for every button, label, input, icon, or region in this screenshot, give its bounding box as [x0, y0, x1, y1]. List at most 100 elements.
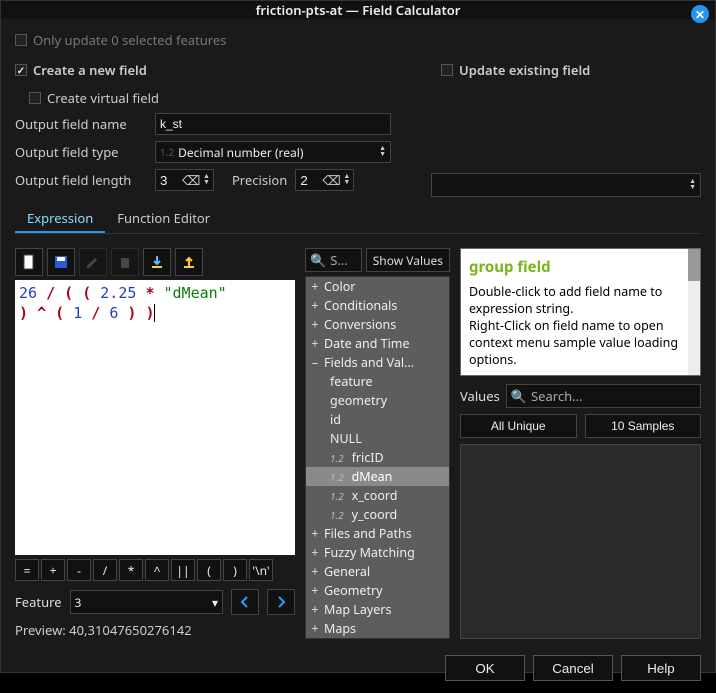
feature-value: 3	[75, 594, 82, 611]
tree-group[interactable]: +Date and Time	[306, 334, 449, 353]
update-existing-field-label: Update existing field	[459, 61, 590, 79]
checkbox-box	[441, 64, 453, 76]
output-length-input[interactable]	[156, 173, 182, 188]
field-calculator-window: friction-pts-at — Field Calculator ✕ Onl…	[0, 0, 716, 673]
tree-item[interactable]: feature	[306, 372, 449, 391]
op-button[interactable]: -	[67, 559, 91, 581]
help-box: group field Double-click to add field na…	[460, 248, 701, 376]
tree-field[interactable]: 1.2x_coord	[306, 486, 449, 505]
export-icon[interactable]	[175, 248, 203, 276]
function-tree-panel: 🔍 S… Show Values +Color+Conditionals+Con…	[305, 248, 450, 639]
tree-item[interactable]: geometry	[306, 391, 449, 410]
values-search-input[interactable]: 🔍 Search…	[506, 384, 701, 408]
function-tree[interactable]: +Color+Conditionals+Conversions+Date and…	[305, 276, 450, 639]
checkbox-box	[15, 64, 27, 76]
tree-group[interactable]: +Geometry	[306, 581, 449, 600]
search-placeholder: S…	[330, 251, 347, 269]
tree-group[interactable]: –Fields and Val…	[306, 353, 449, 372]
tree-item[interactable]: id	[306, 410, 449, 429]
op-button[interactable]: )	[223, 559, 247, 581]
chevron-updown-icon: ▲▼	[689, 179, 696, 191]
help-body1: Double-click to add field name to expres…	[469, 283, 692, 317]
output-type-combo[interactable]: 1.2 Decimal number (real) ▲▼	[155, 141, 391, 163]
new-file-icon[interactable]	[15, 248, 43, 276]
chevron-updown-icon[interactable]: ▲▼	[340, 174, 353, 186]
tree-group[interactable]: +Files and Paths	[306, 524, 449, 543]
clear-icon[interactable]: ⌫	[182, 171, 200, 189]
op-button[interactable]: =	[15, 559, 39, 581]
create-virtual-label: Create virtual field	[47, 89, 159, 107]
precision-label: Precision	[232, 171, 287, 189]
expression-panel: 26 / ( ( 2.25 * "dMean" ) ^ ( 1 / 6 ) ) …	[15, 248, 295, 639]
op-button[interactable]: (	[197, 559, 221, 581]
tree-group[interactable]: +Conditionals	[306, 296, 449, 315]
op-button[interactable]: '\n'	[249, 559, 273, 581]
precision-spin[interactable]: ⌫ ▲▼	[295, 169, 354, 191]
create-new-field-label: Create a new field	[33, 61, 147, 79]
tab-expression[interactable]: Expression	[15, 205, 105, 233]
tree-group[interactable]: +General	[306, 562, 449, 581]
tree-group[interactable]: +Conversions	[306, 315, 449, 334]
existing-field-combo[interactable]: ▲▼	[431, 173, 701, 197]
help-title: group field	[469, 257, 692, 277]
feature-combo[interactable]: 3 ▾	[70, 590, 223, 614]
clear-icon[interactable]: ⌫	[322, 171, 340, 189]
ok-button[interactable]: OK	[445, 655, 525, 681]
editor-tabs: Expression Function Editor	[15, 205, 701, 234]
prev-feature-button[interactable]	[231, 589, 259, 615]
window-title: friction-pts-at — Field Calculator	[256, 1, 461, 19]
tree-group[interactable]: +Maps	[306, 619, 449, 638]
tree-group[interactable]: +Map Layers	[306, 600, 449, 619]
tree-field[interactable]: 1.2y_coord	[306, 505, 449, 524]
help-scrollbar[interactable]	[688, 249, 700, 375]
output-length-label: Output field length	[15, 171, 147, 189]
close-icon[interactable]: ✕	[691, 5, 709, 23]
op-button[interactable]: +	[41, 559, 65, 581]
op-button[interactable]: ||	[171, 559, 195, 581]
chevron-updown-icon: ▲▼	[379, 146, 386, 158]
create-virtual-checkbox[interactable]: Create virtual field	[29, 89, 159, 107]
help-button[interactable]: Help	[621, 655, 701, 681]
output-length-spin[interactable]: ⌫ ▲▼	[155, 169, 214, 191]
preview-value: 40,31047650276142	[69, 621, 191, 639]
precision-input[interactable]	[296, 173, 322, 188]
expression-editor[interactable]: 26 / ( ( 2.25 * "dMean" ) ^ ( 1 / 6 ) )	[15, 280, 295, 555]
tree-field[interactable]: 1.2dMean	[306, 467, 449, 486]
new-field-form: Create virtual field Output field name O…	[15, 89, 391, 197]
update-existing-field-checkbox[interactable]: Update existing field	[441, 61, 701, 79]
only-update-label: Only update 0 selected features	[33, 31, 226, 49]
chevron-updown-icon[interactable]: ▲▼	[200, 174, 213, 186]
delete-icon	[111, 248, 139, 276]
save-icon[interactable]	[47, 248, 75, 276]
all-unique-button[interactable]: All Unique	[460, 414, 577, 438]
output-name-label: Output field name	[15, 115, 147, 133]
tree-group[interactable]: +Fuzzy Matching	[306, 543, 449, 562]
op-button[interactable]: /	[93, 559, 117, 581]
edit-icon	[79, 248, 107, 276]
operator-row: =+-/*^||()'\n'	[15, 559, 295, 581]
next-feature-button[interactable]	[267, 589, 295, 615]
dialog-footer: OK Cancel Help	[1, 647, 715, 693]
import-icon[interactable]	[143, 248, 171, 276]
search-icon: 🔍	[511, 387, 527, 405]
checkbox-box	[15, 34, 27, 46]
tree-field[interactable]: 1.2fricID	[306, 448, 449, 467]
titlebar: friction-pts-at — Field Calculator ✕	[1, 1, 715, 19]
create-new-field-checkbox[interactable]: Create a new field	[15, 61, 401, 79]
feature-label: Feature	[15, 593, 62, 611]
tree-item[interactable]: NULL	[306, 429, 449, 448]
values-list[interactable]	[460, 444, 701, 639]
values-search-placeholder: Search…	[531, 387, 582, 405]
expression-toolbar	[15, 248, 295, 276]
function-search-input[interactable]: 🔍 S…	[305, 248, 362, 272]
cancel-button[interactable]: Cancel	[533, 655, 613, 681]
tree-group[interactable]: +Color	[306, 277, 449, 296]
only-update-checkbox: Only update 0 selected features	[15, 31, 701, 49]
show-values-button[interactable]: Show Values	[366, 248, 450, 272]
op-button[interactable]: *	[119, 559, 143, 581]
tab-function-editor[interactable]: Function Editor	[105, 205, 222, 233]
help-body2: Right-Click on field name to open contex…	[469, 317, 692, 368]
output-name-input[interactable]	[155, 113, 391, 135]
op-button[interactable]: ^	[145, 559, 169, 581]
ten-samples-button[interactable]: 10 Samples	[585, 414, 702, 438]
